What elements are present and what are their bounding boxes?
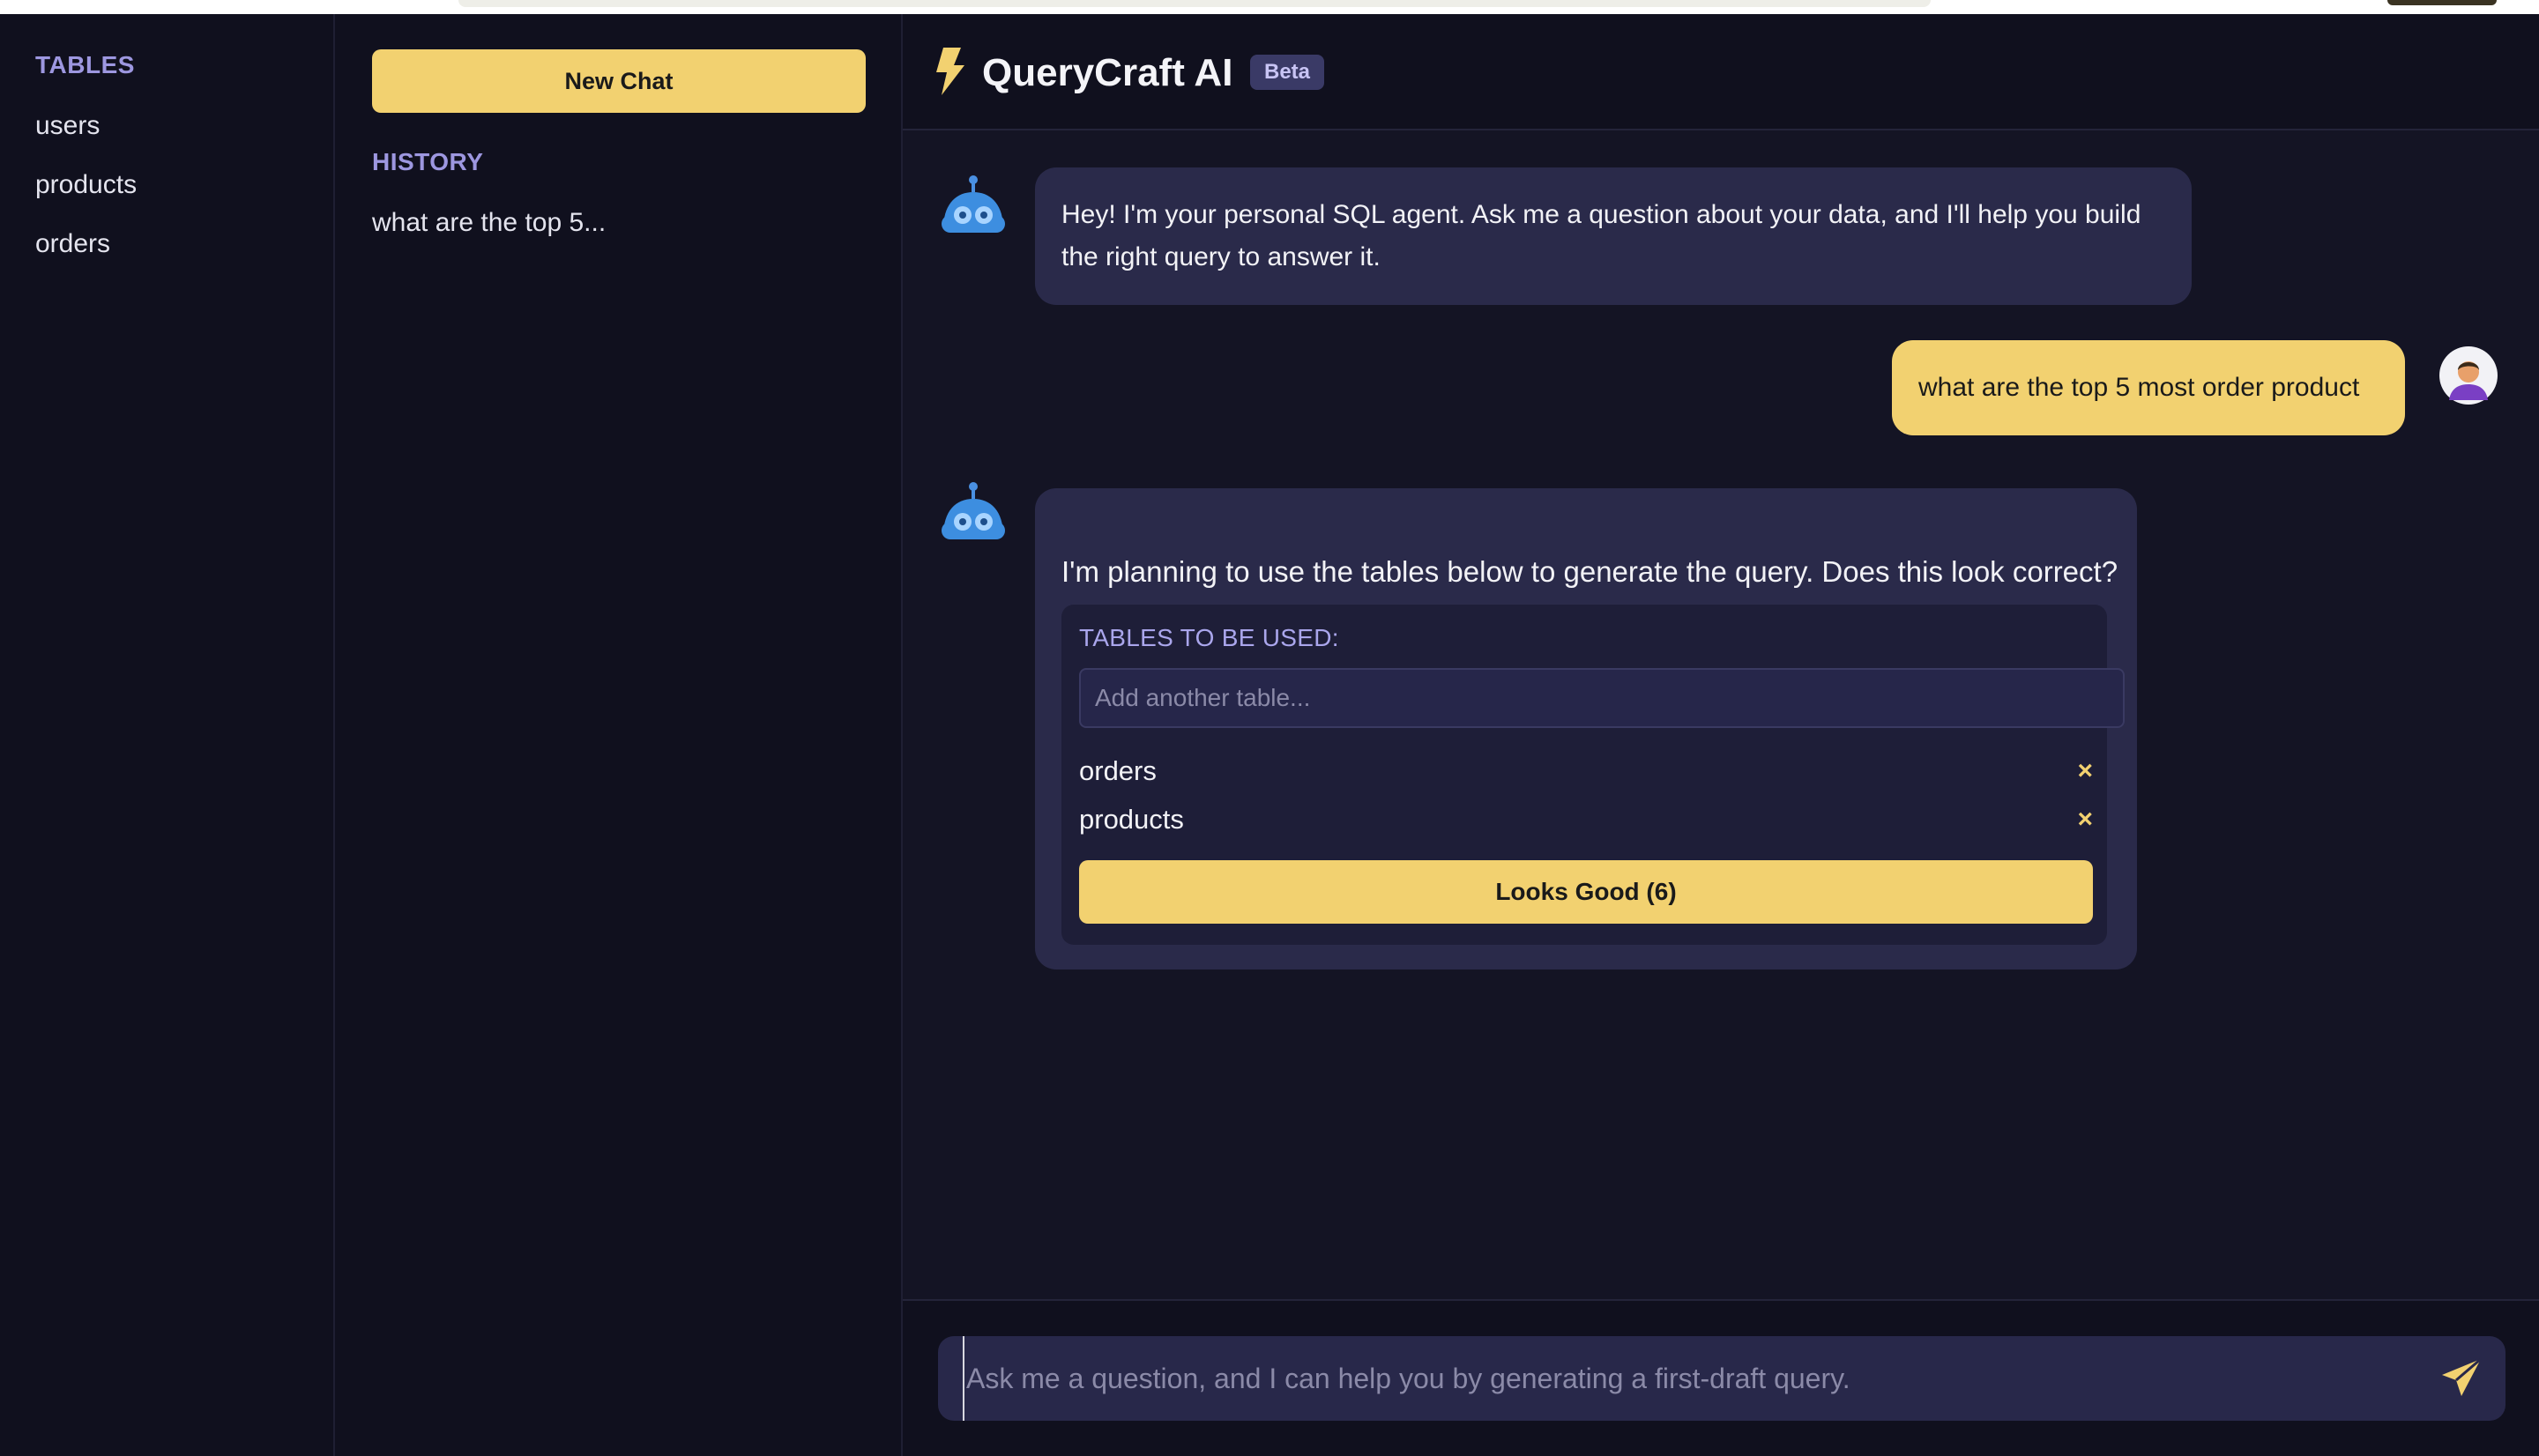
browser-top-strip — [0, 0, 2539, 14]
robot-icon — [942, 175, 1005, 233]
chat-main: QueryCraft AI Beta Hey! I'm your persona… — [903, 14, 2539, 1456]
remove-table-icon[interactable]: × — [2077, 749, 2093, 793]
tables-section-title: TABLES — [35, 51, 135, 78]
table-item-orders[interactable]: orders — [35, 226, 137, 285]
tables-sidebar: TABLES users products orders — [0, 14, 335, 1456]
remove-table-icon[interactable]: × — [2077, 798, 2093, 842]
history-section-title: HISTORY — [372, 148, 484, 175]
paper-plane-icon[interactable] — [2438, 1356, 2484, 1401]
selected-table-row: orders × — [1079, 749, 2093, 793]
history-sidebar: New Chat HISTORY what are the top 5... — [335, 14, 903, 1456]
user-message: what are the top 5 most order product — [1892, 340, 2405, 435]
bot-message-text: I'm planning to use the tables below to … — [1061, 555, 2118, 588]
add-table-input[interactable] — [1079, 668, 2125, 728]
user-avatar-icon — [2439, 346, 2498, 405]
history-item[interactable]: what are the top 5... — [372, 208, 606, 238]
table-item-products[interactable]: products — [35, 167, 137, 226]
composer-box — [938, 1336, 2505, 1421]
browser-address-strip — [458, 0, 1931, 7]
user-message-text: what are the top 5 most order product — [1918, 373, 2360, 402]
bot-message-table-selection: I'm planning to use the tables below to … — [1035, 488, 2137, 969]
bot-message-text: Hey! I'm your personal SQL agent. Ask me… — [1061, 200, 2141, 271]
app-title: QueryCraft AI — [982, 51, 1233, 94]
looks-good-button[interactable]: Looks Good (6) — [1079, 860, 2093, 924]
composer — [903, 1299, 2539, 1456]
selected-table-name: products — [1079, 804, 1184, 835]
question-input[interactable] — [963, 1336, 2409, 1421]
tables-to-use-panel: TABLES TO BE USED: orders × products × L… — [1061, 605, 2125, 945]
table-item-users[interactable]: users — [35, 108, 137, 167]
robot-icon — [942, 482, 1005, 539]
browser-strip-tab — [2387, 0, 2497, 5]
tables-to-use-title: TABLES TO BE USED: — [1079, 624, 1339, 651]
beta-badge: Beta — [1250, 55, 1325, 90]
tables-list: users products orders — [35, 108, 137, 285]
chat-header: QueryCraft AI Beta — [903, 14, 2539, 130]
new-chat-button[interactable]: New Chat — [372, 49, 866, 113]
lightning-bolt-icon — [936, 48, 964, 95]
selected-table-name: orders — [1079, 755, 1157, 786]
selected-table-row: products × — [1079, 798, 2093, 842]
bot-message: Hey! I'm your personal SQL agent. Ask me… — [1035, 167, 2192, 305]
